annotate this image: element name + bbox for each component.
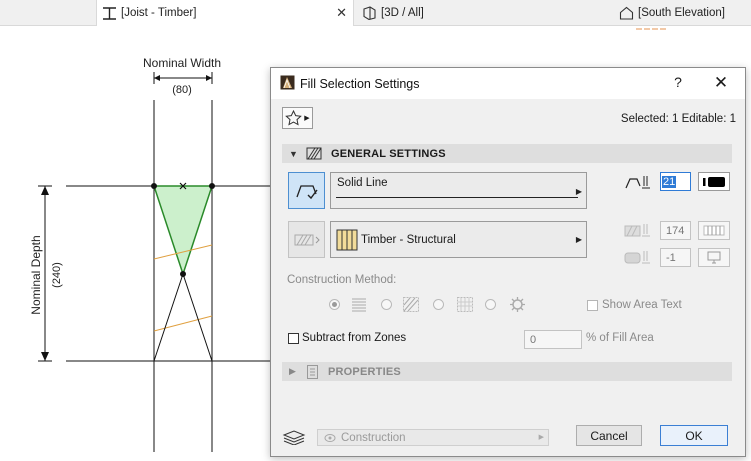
dialog-title: Fill Selection Settings [300, 77, 420, 91]
favorites-button[interactable]: ▶ [282, 107, 313, 129]
checkered-fill-icon [457, 297, 473, 312]
3d-view-icon [362, 5, 377, 20]
collapse-arrow-icon: ▼ [289, 148, 298, 159]
fill-fg-pen-swatch[interactable] [698, 221, 730, 240]
tab-label: [South Elevation] [638, 6, 725, 19]
close-button[interactable]: ✕ [711, 73, 731, 93]
hatch-icon [294, 234, 320, 245]
layer-label: Construction [341, 431, 406, 444]
tab-label: [Joist - Timber] [121, 7, 197, 19]
eye-icon [324, 433, 336, 442]
star-icon [285, 110, 303, 126]
construction-method-radio-3[interactable] [433, 299, 444, 310]
nominal-depth-label: Nominal Depth [29, 235, 43, 314]
tab-bar: [Joist - Timber] ✕ [3D / All] [South Ele… [0, 0, 751, 26]
fill-settings-icon [306, 147, 322, 160]
cancel-button[interactable]: Cancel [576, 425, 642, 446]
document-icon [306, 364, 319, 379]
line-type-popup[interactable]: Solid Line ▶ [330, 172, 587, 209]
fill-area-percent-input[interactable]: 0 [524, 330, 582, 349]
solid-line-preview [336, 197, 578, 198]
fill-tool-icon [280, 75, 295, 90]
drawing-canvas[interactable]: Nominal Width (80) Nominal Depth (240) [0, 26, 300, 461]
view-marker [636, 28, 666, 30]
tab-joist-timber[interactable]: [Joist - Timber] ✕ [96, 0, 354, 26]
solid-lines-fill-icon [352, 298, 366, 312]
dialog-titlebar[interactable]: Fill Selection Settings ? ✕ [271, 68, 745, 99]
layers-icon [282, 430, 306, 445]
construction-method-radio-4[interactable] [485, 299, 496, 310]
close-tab-icon[interactable]: ✕ [336, 5, 347, 21]
nominal-width-label: Nominal Width [143, 56, 221, 70]
elevation-icon [619, 6, 634, 20]
construction-method-label: Construction Method: [287, 274, 397, 286]
nominal-width-value: (80) [172, 84, 192, 96]
chevron-right-icon: ▶ [538, 434, 544, 441]
fill-fg-pen-input[interactable]: 174 [660, 221, 691, 240]
fill-category-button[interactable] [288, 221, 325, 258]
layer-popup[interactable]: Construction ▶ [317, 429, 549, 446]
subtract-from-zones-checkbox[interactable] [288, 333, 299, 344]
expand-arrow-icon: ▶ [289, 366, 296, 376]
line-type-label: Solid Line [337, 177, 388, 189]
tab-3d-all[interactable]: [3D / All] [357, 0, 597, 25]
fill-bg-pen-icon [623, 248, 653, 267]
fill-bg-pen-swatch[interactable] [698, 248, 730, 267]
chevron-right-icon: ▶ [304, 115, 310, 122]
tab-label: [3D / All] [381, 6, 424, 19]
properties-title: PROPERTIES [328, 365, 401, 378]
contour-pen-icon [623, 173, 653, 192]
fill-type-popup[interactable]: Timber - Structural ▶ [330, 221, 587, 258]
fill-type-label: Timber - Structural [361, 234, 456, 246]
hatched-fill-icon [403, 297, 419, 312]
construction-method-radio-1[interactable] [329, 299, 340, 310]
ok-button[interactable]: OK [660, 425, 728, 446]
timber-fill-icon [336, 229, 358, 251]
gear-fill-icon [510, 297, 525, 312]
joist-icon [102, 6, 117, 20]
monitor-icon [707, 251, 721, 264]
contour-pen-swatch[interactable] [698, 172, 730, 191]
show-area-text-label: Show Area Text [602, 299, 682, 311]
fill-fg-pen-icon [623, 221, 653, 240]
subtract-from-zones-label: Subtract from Zones [302, 332, 407, 344]
contour-icon [295, 184, 318, 199]
construction-method-radio-2[interactable] [381, 299, 392, 310]
nominal-depth-value: (240) [51, 262, 63, 288]
fill-bg-pen-input[interactable]: -1 [660, 248, 691, 267]
show-area-text-checkbox[interactable] [587, 300, 598, 311]
percent-of-fill-area-label: % of Fill Area [586, 332, 654, 344]
chevron-right-icon: ▶ [575, 187, 582, 196]
fill-selection-settings-dialog: Fill Selection Settings ? ✕ ▶ Selected: … [270, 67, 746, 457]
general-settings-title: GENERAL SETTINGS [331, 147, 446, 160]
contour-pen-input[interactable]: 21 [660, 172, 691, 191]
chevron-right-icon: ▶ [575, 235, 582, 244]
properties-header[interactable]: ▶ PROPERTIES [282, 362, 732, 381]
tab-south-elevation[interactable]: [South Elevation] [614, 0, 751, 25]
contour-pen-value: 21 [662, 175, 677, 188]
general-settings-header[interactable]: ▼ GENERAL SETTINGS [282, 144, 732, 163]
selected-fill[interactable] [152, 185, 214, 277]
selection-count: Selected: 1 Editable: 1 [620, 113, 736, 125]
help-button[interactable]: ? [669, 74, 687, 92]
fill-contour-toggle[interactable] [288, 172, 325, 209]
